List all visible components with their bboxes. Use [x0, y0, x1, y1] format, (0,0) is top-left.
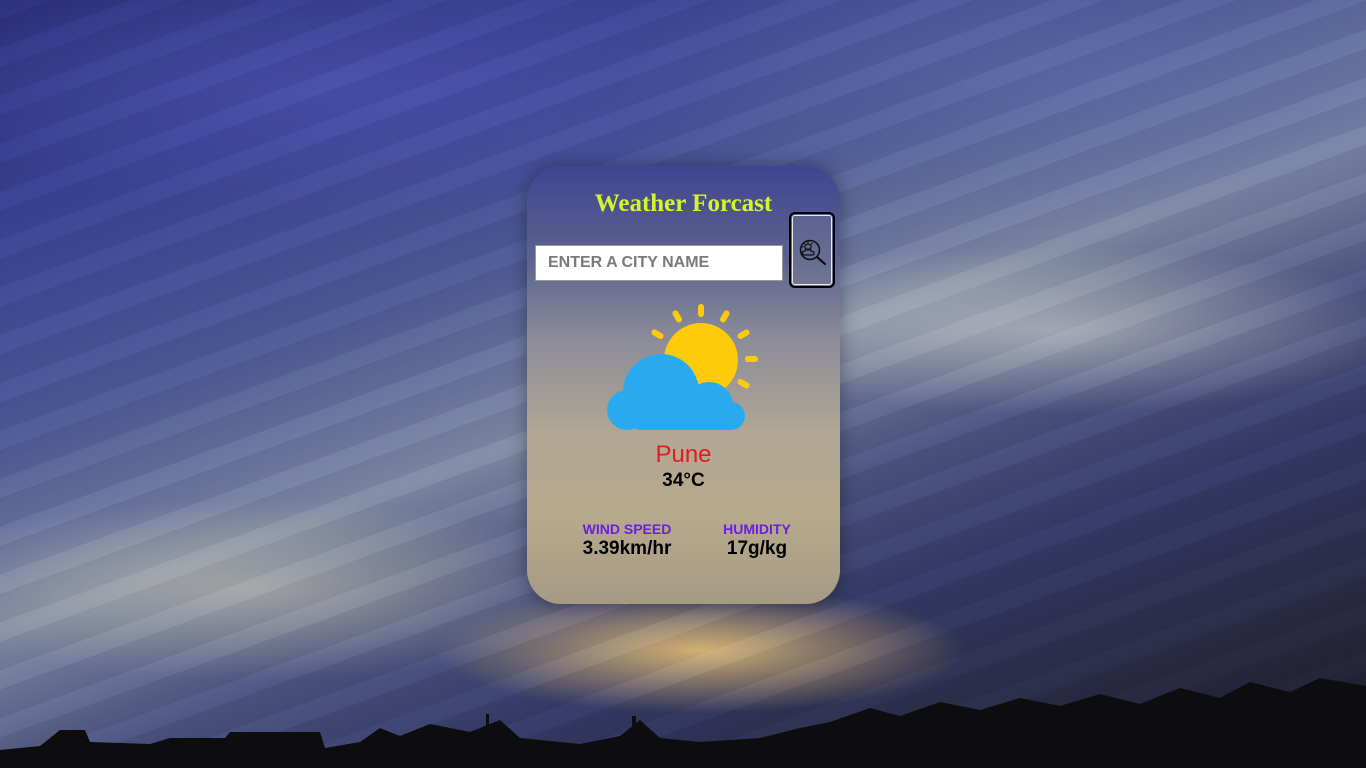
weather-card: Weather Forcast ENTER A CITY NAME Pune 3…	[527, 166, 840, 604]
wind-speed-stat: WIND SPEED 3.39km/hr	[567, 521, 687, 560]
partly-cloudy-icon	[607, 304, 758, 430]
humidity-stat: HUMIDITY 17g/kg	[697, 521, 817, 560]
humidity-label: HUMIDITY	[723, 521, 791, 537]
humidity-value: 17g/kg	[726, 538, 788, 559]
treeline-silhouette	[0, 678, 1366, 768]
search-button[interactable]	[789, 212, 835, 288]
temperature: 34°C	[662, 470, 705, 491]
wind-speed-value: 3.39km/hr	[582, 538, 672, 559]
city-search-input[interactable]	[535, 245, 783, 281]
city-name: Pune	[655, 441, 712, 468]
weather-search-icon	[799, 239, 827, 266]
wind-speed-label: WIND SPEED	[582, 521, 672, 537]
